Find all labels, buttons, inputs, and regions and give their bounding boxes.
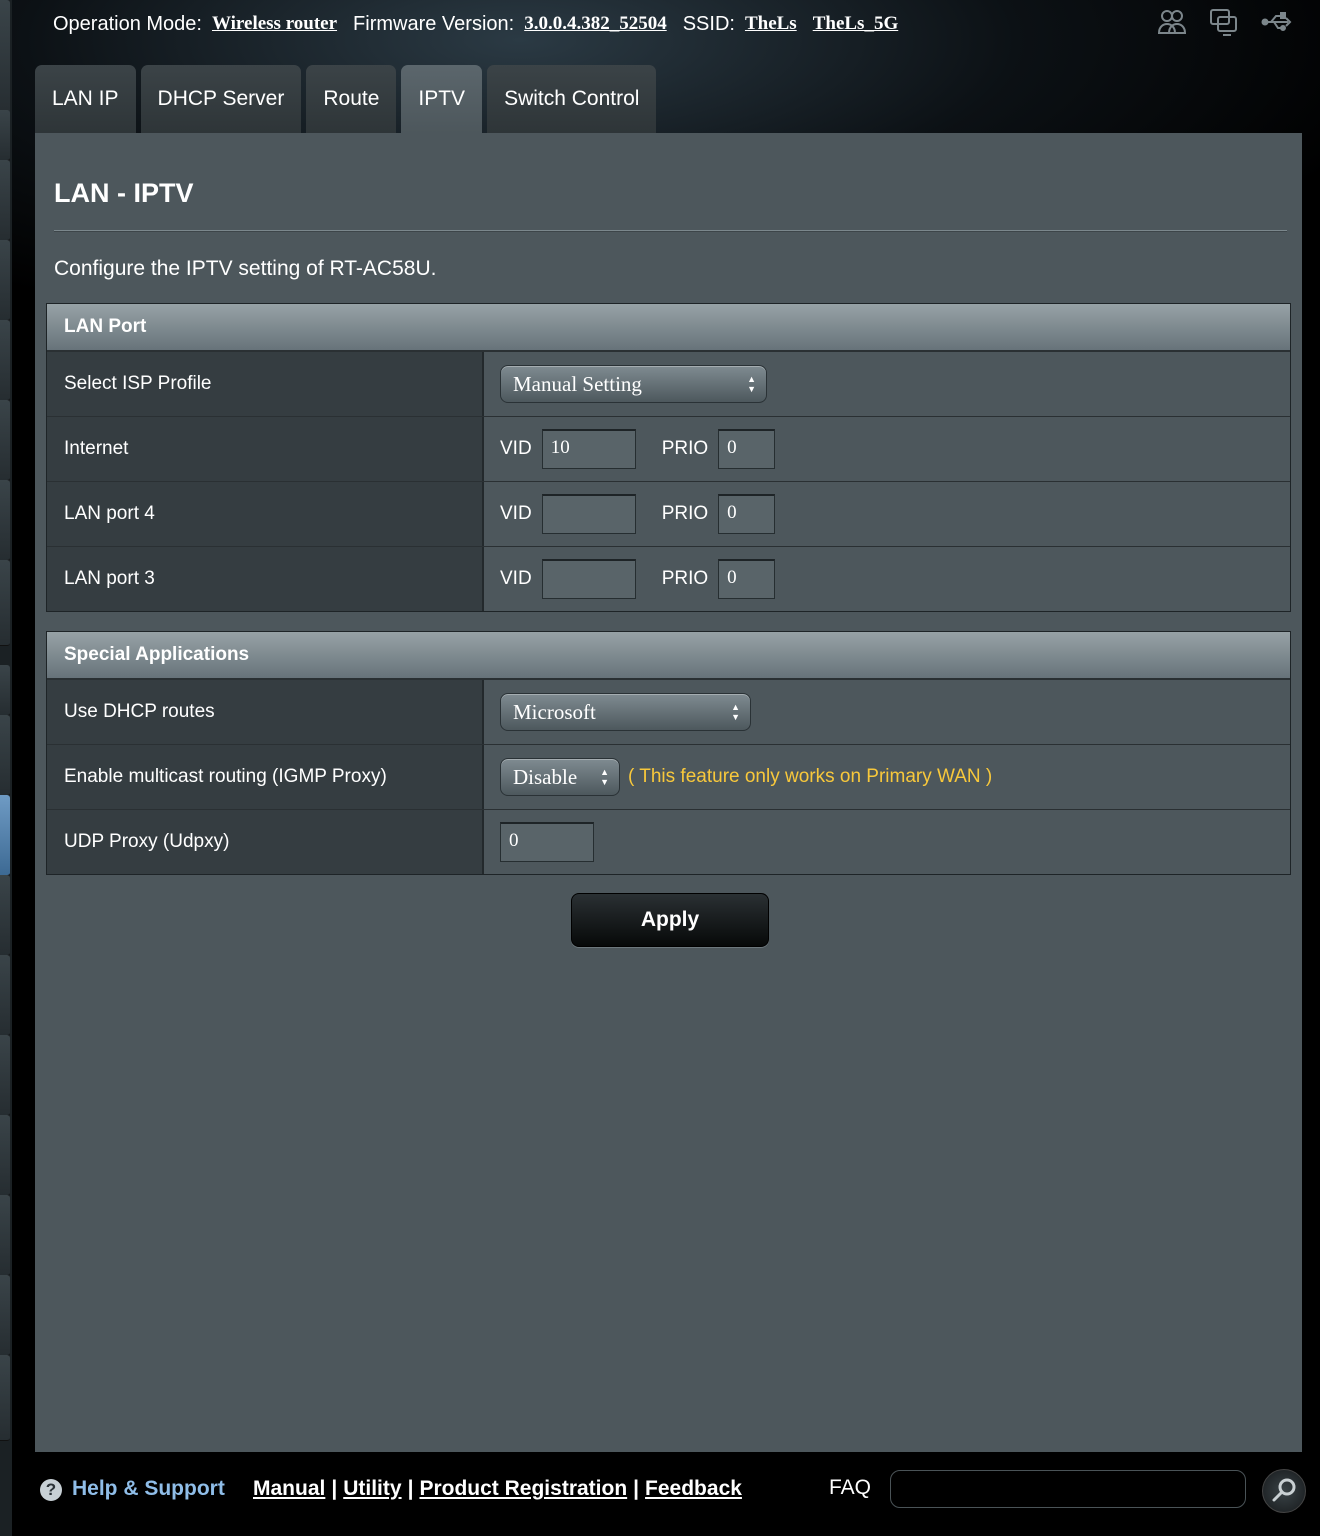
search-icon[interactable] bbox=[1262, 1469, 1306, 1513]
clients-icon[interactable] bbox=[1156, 6, 1188, 38]
select-arrows-icon: ▲ ▼ bbox=[747, 374, 756, 394]
left-menu-segment[interactable] bbox=[0, 160, 10, 241]
lan-port-3-row: LAN port 3 VID PRIO 0 bbox=[47, 546, 1290, 611]
status-icons bbox=[1156, 6, 1292, 38]
isp-profile-select[interactable]: Manual Setting ▲ ▼ bbox=[500, 365, 767, 403]
vid-label: VID bbox=[500, 438, 532, 459]
select-arrows-icon: ▲ ▼ bbox=[731, 702, 740, 722]
tab-switch-control[interactable]: Switch Control bbox=[487, 65, 657, 133]
lan3-vid-input[interactable] bbox=[541, 559, 636, 599]
internet-vid-input[interactable]: 10 bbox=[541, 429, 636, 469]
udpxy-row: UDP Proxy (Udpxy) 0 bbox=[47, 809, 1290, 874]
select-value: Microsoft bbox=[513, 699, 596, 724]
row-label: Use DHCP routes bbox=[47, 680, 484, 744]
router-admin-page: Operation Mode: Wireless router Firmware… bbox=[0, 0, 1320, 1536]
left-menu-segment[interactable] bbox=[0, 1035, 10, 1116]
igmp-note: ( This feature only works on Primary WAN… bbox=[628, 766, 993, 787]
ssid-link-2g[interactable]: TheLs bbox=[745, 13, 797, 35]
row-label: LAN port 4 bbox=[47, 482, 484, 546]
lan3-prio-input[interactable]: 0 bbox=[718, 559, 776, 599]
isp-profile-row: Select ISP Profile Manual Setting ▲ ▼ bbox=[47, 351, 1290, 416]
left-menu-segment[interactable] bbox=[0, 875, 10, 956]
internet-row: Internet VID 10 PRIO 0 bbox=[47, 416, 1290, 481]
footer: ? Help & Support Manual | Utility | Product … bbox=[0, 1462, 1320, 1522]
tab-bar: LAN IP DHCP Server Route IPTV Switch Con… bbox=[35, 65, 661, 133]
firmware-link[interactable]: 3.0.0.4.382_52504 bbox=[524, 13, 667, 35]
left-menu-segment[interactable] bbox=[0, 1275, 10, 1356]
content-panel: LAN - IPTV Configure the IPTV setting of… bbox=[35, 133, 1302, 1452]
help-icon: ? bbox=[40, 1479, 62, 1501]
lan-port-4-row: LAN port 4 VID PRIO 0 bbox=[47, 481, 1290, 546]
prio-label: PRIO bbox=[661, 438, 709, 459]
left-menu-segment[interactable] bbox=[0, 240, 10, 321]
select-value: Manual Setting bbox=[513, 371, 642, 396]
operation-mode-link[interactable]: Wireless router bbox=[212, 13, 337, 35]
left-menu-segment[interactable] bbox=[0, 955, 10, 1036]
select-value: Disable bbox=[513, 764, 578, 789]
page-description: Configure the IPTV setting of RT-AC58U. bbox=[54, 257, 437, 280]
internet-prio-input[interactable]: 0 bbox=[718, 429, 776, 469]
dhcp-routes-select[interactable]: Microsoft ▲ ▼ bbox=[500, 693, 751, 731]
left-menu-segment-active[interactable] bbox=[0, 795, 10, 876]
ssid-label: SSID: bbox=[682, 12, 735, 35]
row-label: Internet bbox=[47, 417, 484, 481]
feedback-link[interactable]: Feedback bbox=[645, 1477, 742, 1500]
row-label: Enable multicast routing (IGMP Proxy) bbox=[47, 745, 484, 809]
screens-icon[interactable] bbox=[1208, 6, 1240, 38]
left-menu-segment[interactable] bbox=[0, 400, 10, 481]
left-menu-segment[interactable] bbox=[0, 1195, 10, 1276]
vid-label: VID bbox=[500, 503, 532, 524]
row-label: LAN port 3 bbox=[47, 547, 484, 611]
apply-button[interactable]: Apply bbox=[571, 893, 769, 947]
udpxy-input[interactable]: 0 bbox=[500, 822, 594, 862]
firmware-label: Firmware Version: bbox=[353, 12, 515, 35]
tab-iptv[interactable]: IPTV bbox=[401, 65, 483, 133]
page-title: LAN - IPTV bbox=[54, 178, 194, 208]
left-menu-segment[interactable] bbox=[0, 1355, 10, 1441]
dhcp-routes-row: Use DHCP routes Microsoft ▲ ▼ bbox=[47, 679, 1290, 744]
link-separator: | bbox=[633, 1477, 640, 1500]
ssid-link-5g[interactable]: TheLs_5G bbox=[813, 13, 899, 35]
operation-mode-label: Operation Mode: bbox=[53, 12, 202, 35]
utility-link[interactable]: Utility bbox=[343, 1477, 401, 1500]
footer-links: Manual | Utility | Product Registration | Feed… bbox=[253, 1477, 742, 1501]
product-registration-link[interactable]: Product Registration bbox=[419, 1477, 627, 1500]
link-separator: | bbox=[331, 1477, 338, 1500]
igmp-proxy-select[interactable]: Disable ▲ ▼ bbox=[500, 758, 620, 796]
prio-label: PRIO bbox=[661, 503, 709, 524]
link-separator: | bbox=[407, 1477, 414, 1500]
faq-search-input[interactable] bbox=[890, 1470, 1246, 1508]
status-bar: Operation Mode: Wireless router Firmware… bbox=[53, 9, 914, 39]
left-menu-segment[interactable] bbox=[0, 480, 10, 561]
section-header: Special Applications bbox=[47, 632, 1290, 679]
left-menu-segment[interactable] bbox=[0, 665, 10, 716]
left-menu-segment[interactable] bbox=[0, 0, 10, 116]
prio-label: PRIO bbox=[661, 568, 709, 589]
lan4-vid-input[interactable] bbox=[541, 494, 636, 534]
help-support-label: Help & Support bbox=[72, 1477, 225, 1500]
faq-label: FAQ bbox=[829, 1476, 872, 1499]
lan4-prio-input[interactable]: 0 bbox=[718, 494, 776, 534]
usb-icon[interactable] bbox=[1260, 6, 1292, 38]
tab-lan-ip[interactable]: LAN IP bbox=[35, 65, 136, 133]
tab-dhcp-server[interactable]: DHCP Server bbox=[140, 65, 302, 133]
igmp-proxy-row: Enable multicast routing (IGMP Proxy) Di… bbox=[47, 744, 1290, 809]
left-menu-segment[interactable] bbox=[0, 560, 10, 646]
left-menu-segment[interactable] bbox=[0, 110, 10, 161]
vid-label: VID bbox=[500, 568, 532, 589]
tab-route[interactable]: Route bbox=[306, 65, 397, 133]
left-menu-segment[interactable] bbox=[0, 715, 10, 796]
left-menu-segment[interactable] bbox=[0, 320, 10, 401]
left-menu-segment[interactable] bbox=[0, 1115, 10, 1196]
lan-port-section: LAN Port Select ISP Profile Manual Setti… bbox=[46, 303, 1291, 612]
manual-link[interactable]: Manual bbox=[253, 1477, 325, 1500]
section-header: LAN Port bbox=[47, 304, 1290, 351]
title-divider bbox=[54, 230, 1287, 232]
row-label: Select ISP Profile bbox=[47, 352, 484, 416]
special-applications-section: Special Applications Use DHCP routes Mic… bbox=[46, 631, 1291, 875]
row-label: UDP Proxy (Udpxy) bbox=[47, 810, 484, 874]
select-arrows-icon: ▲ ▼ bbox=[600, 767, 609, 787]
left-menu-edge bbox=[0, 0, 12, 1536]
